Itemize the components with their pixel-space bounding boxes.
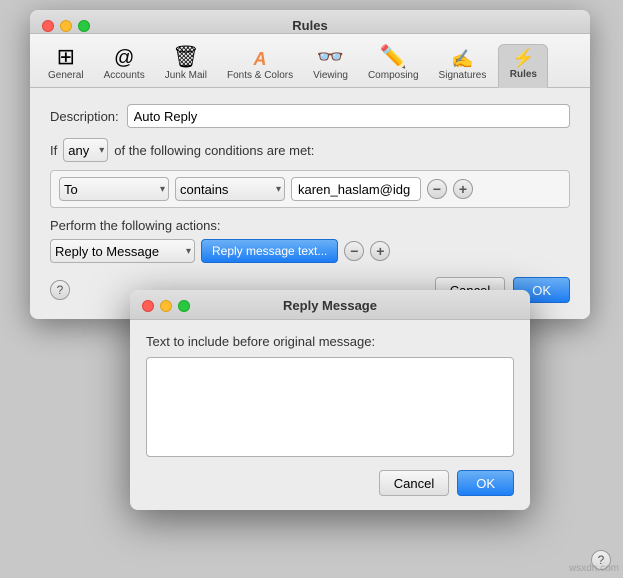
operator-select-wrapper: contains bbox=[175, 177, 285, 201]
action-type-select[interactable]: Reply to Message bbox=[50, 239, 195, 263]
close-button[interactable] bbox=[42, 20, 54, 32]
toolbar-item-composing[interactable]: ✏️ Composing bbox=[360, 42, 427, 87]
reply-ok-button[interactable]: OK bbox=[457, 470, 514, 496]
reply-zoom-button[interactable] bbox=[178, 300, 190, 312]
if-row: If any of the following conditions are m… bbox=[50, 138, 570, 162]
remove-action-button[interactable]: − bbox=[344, 241, 364, 261]
viewing-label: Viewing bbox=[313, 70, 348, 81]
fonts-label: Fonts & Colors bbox=[227, 70, 293, 81]
window-title: Rules bbox=[292, 18, 327, 39]
action-row: Reply to Message Reply message text... −… bbox=[50, 239, 570, 263]
watermark: wsxdn.com bbox=[569, 563, 619, 574]
traffic-lights bbox=[42, 20, 90, 32]
reply-minimize-button[interactable] bbox=[160, 300, 172, 312]
add-condition-button[interactable]: + bbox=[453, 179, 473, 199]
any-select-wrapper: any bbox=[63, 138, 108, 162]
reply-footer: Cancel OK bbox=[146, 470, 514, 496]
toolbar-item-signatures[interactable]: ✍ Signatures bbox=[431, 46, 495, 87]
reply-dialog-title: Reply Message bbox=[283, 298, 377, 313]
reply-title-bar: Reply Message bbox=[130, 290, 530, 320]
composing-icon: ✏️ bbox=[380, 46, 407, 68]
toolbar-item-general[interactable]: ⊞ General bbox=[40, 42, 92, 87]
general-icon: ⊞ bbox=[57, 46, 75, 68]
description-label: Description: bbox=[50, 109, 119, 124]
toolbar-item-junk[interactable]: 🗑 Junk Mail bbox=[157, 42, 215, 87]
rules-content: Description: If any of the following con… bbox=[30, 88, 590, 319]
title-bar: Rules bbox=[30, 10, 590, 34]
condition-value-input[interactable] bbox=[291, 177, 421, 201]
reply-desc-label: Text to include before original message: bbox=[146, 334, 514, 349]
composing-label: Composing bbox=[368, 70, 419, 81]
field-select-wrapper: To bbox=[59, 177, 169, 201]
toolbar-item-rules[interactable]: ⚡ Rules bbox=[498, 44, 548, 88]
general-label: General bbox=[48, 70, 84, 81]
operator-select[interactable]: contains bbox=[175, 177, 285, 201]
signatures-label: Signatures bbox=[439, 70, 487, 81]
rules-window: Rules ⊞ General @ Accounts 🗑 Junk Mail A… bbox=[30, 10, 590, 319]
field-select[interactable]: To bbox=[59, 177, 169, 201]
action-type-wrapper: Reply to Message bbox=[50, 239, 195, 263]
conditions-area: To contains − + bbox=[50, 170, 570, 208]
reply-content: Text to include before original message:… bbox=[130, 320, 530, 510]
condition-line: To contains − + bbox=[59, 177, 561, 201]
junk-label: Junk Mail bbox=[165, 70, 207, 81]
actions-label: Perform the following actions: bbox=[50, 218, 570, 233]
help-button[interactable]: ? bbox=[50, 280, 70, 300]
if-label: If bbox=[50, 143, 57, 158]
viewing-icon: 👓 bbox=[317, 46, 344, 68]
description-input[interactable] bbox=[127, 104, 570, 128]
fonts-icon: A bbox=[254, 50, 267, 68]
rules-icon: ⚡ bbox=[512, 49, 534, 67]
toolbar-item-accounts[interactable]: @ Accounts bbox=[96, 44, 153, 87]
accounts-label: Accounts bbox=[104, 70, 145, 81]
reply-textarea[interactable] bbox=[146, 357, 514, 457]
toolbar-item-fonts[interactable]: A Fonts & Colors bbox=[219, 46, 301, 87]
zoom-button[interactable] bbox=[78, 20, 90, 32]
signatures-icon: ✍ bbox=[451, 50, 473, 68]
conditions-label: of the following conditions are met: bbox=[114, 143, 314, 158]
junk-icon: 🗑 bbox=[172, 46, 200, 68]
reply-message-text-button[interactable]: Reply message text... bbox=[201, 239, 338, 263]
minimize-button[interactable] bbox=[60, 20, 72, 32]
toolbar: ⊞ General @ Accounts 🗑 Junk Mail A Fonts… bbox=[30, 34, 590, 88]
rules-label: Rules bbox=[510, 69, 537, 80]
add-action-button[interactable]: + bbox=[370, 241, 390, 261]
reply-cancel-button[interactable]: Cancel bbox=[379, 470, 449, 496]
any-select[interactable]: any bbox=[63, 138, 108, 162]
reply-dialog: Reply Message Text to include before ori… bbox=[130, 290, 530, 510]
description-row: Description: bbox=[50, 104, 570, 128]
remove-condition-button[interactable]: − bbox=[427, 179, 447, 199]
toolbar-item-viewing[interactable]: 👓 Viewing bbox=[305, 42, 356, 87]
reply-close-button[interactable] bbox=[142, 300, 154, 312]
reply-traffic-lights bbox=[142, 300, 190, 312]
accounts-icon: @ bbox=[114, 48, 134, 68]
